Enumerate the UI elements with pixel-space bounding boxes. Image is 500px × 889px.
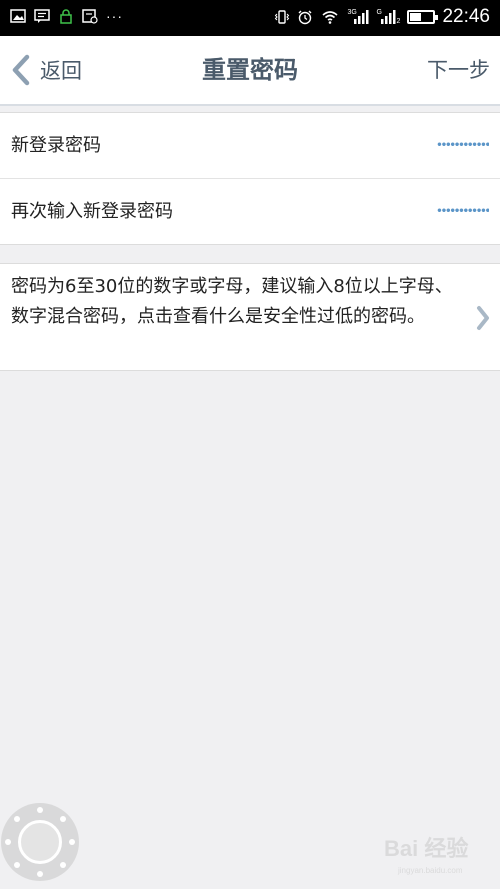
new-password-label: 新登录密码: [11, 135, 101, 156]
float-dot: [69, 839, 75, 845]
chevron-right-icon: [477, 306, 489, 330]
message-icon: [34, 9, 50, 23]
signal-strength-sim2: G 2: [376, 9, 400, 25]
confirm-password-row: 再次输入新登录密码: [0, 178, 500, 244]
watermark-url: jingyan.baidu.com: [398, 866, 463, 875]
screenshot-icon: [82, 9, 98, 24]
status-bar: ··· 3G G 2 22:46: [0, 0, 500, 36]
baidu-watermark: Bai 经验 jingyan.baidu.com: [384, 836, 496, 886]
password-rules-text: 密码为6至30位的数字或字母，建议输入8位以上字母、数字混合密码，点击查看什么是…: [11, 276, 453, 327]
image-icon: [10, 9, 26, 23]
navigation-bar: 返回 重置密码 下一步: [0, 36, 500, 106]
next-step-button[interactable]: 下一步: [427, 54, 490, 86]
float-dot: [37, 807, 43, 813]
lock-icon: [60, 9, 72, 24]
alarm-icon: [298, 10, 312, 25]
confirm-password-field[interactable]: [399, 199, 489, 223]
float-dot: [14, 862, 20, 868]
float-dot: [5, 839, 11, 845]
float-dot: [37, 871, 43, 877]
notification-icons: ···: [10, 8, 123, 24]
password-form: 新登录密码 再次输入新登录密码: [0, 112, 500, 245]
signal-strength-sim1: 3G: [347, 9, 369, 25]
password-rules-link[interactable]: 密码为6至30位的数字或字母，建议输入8位以上字母、数字混合密码，点击查看什么是…: [0, 263, 500, 371]
signal-bars-icon: [381, 10, 396, 24]
float-dot: [14, 816, 20, 822]
clock: 22:46: [442, 6, 490, 27]
battery-level: [410, 13, 422, 21]
float-dot: [60, 816, 66, 822]
float-ring: [18, 820, 62, 864]
signal-bars-icon: [354, 10, 369, 24]
page-title: 重置密码: [202, 56, 298, 84]
float-dot: [60, 862, 66, 868]
new-password-row: 新登录密码: [0, 113, 500, 178]
wifi-icon: [322, 11, 338, 24]
floating-assistive-button[interactable]: [1, 803, 79, 881]
sim2-label: 2: [396, 18, 401, 25]
new-password-field[interactable]: [399, 133, 489, 157]
more-notifications-indicator: ···: [106, 8, 123, 24]
confirm-password-label: 再次输入新登录密码: [11, 201, 173, 222]
watermark-logo: Bai 经验: [384, 836, 469, 861]
system-icons: 3G G 2 22:46: [274, 7, 490, 27]
vibrate-icon: [275, 10, 290, 24]
battery-icon: [407, 10, 439, 24]
